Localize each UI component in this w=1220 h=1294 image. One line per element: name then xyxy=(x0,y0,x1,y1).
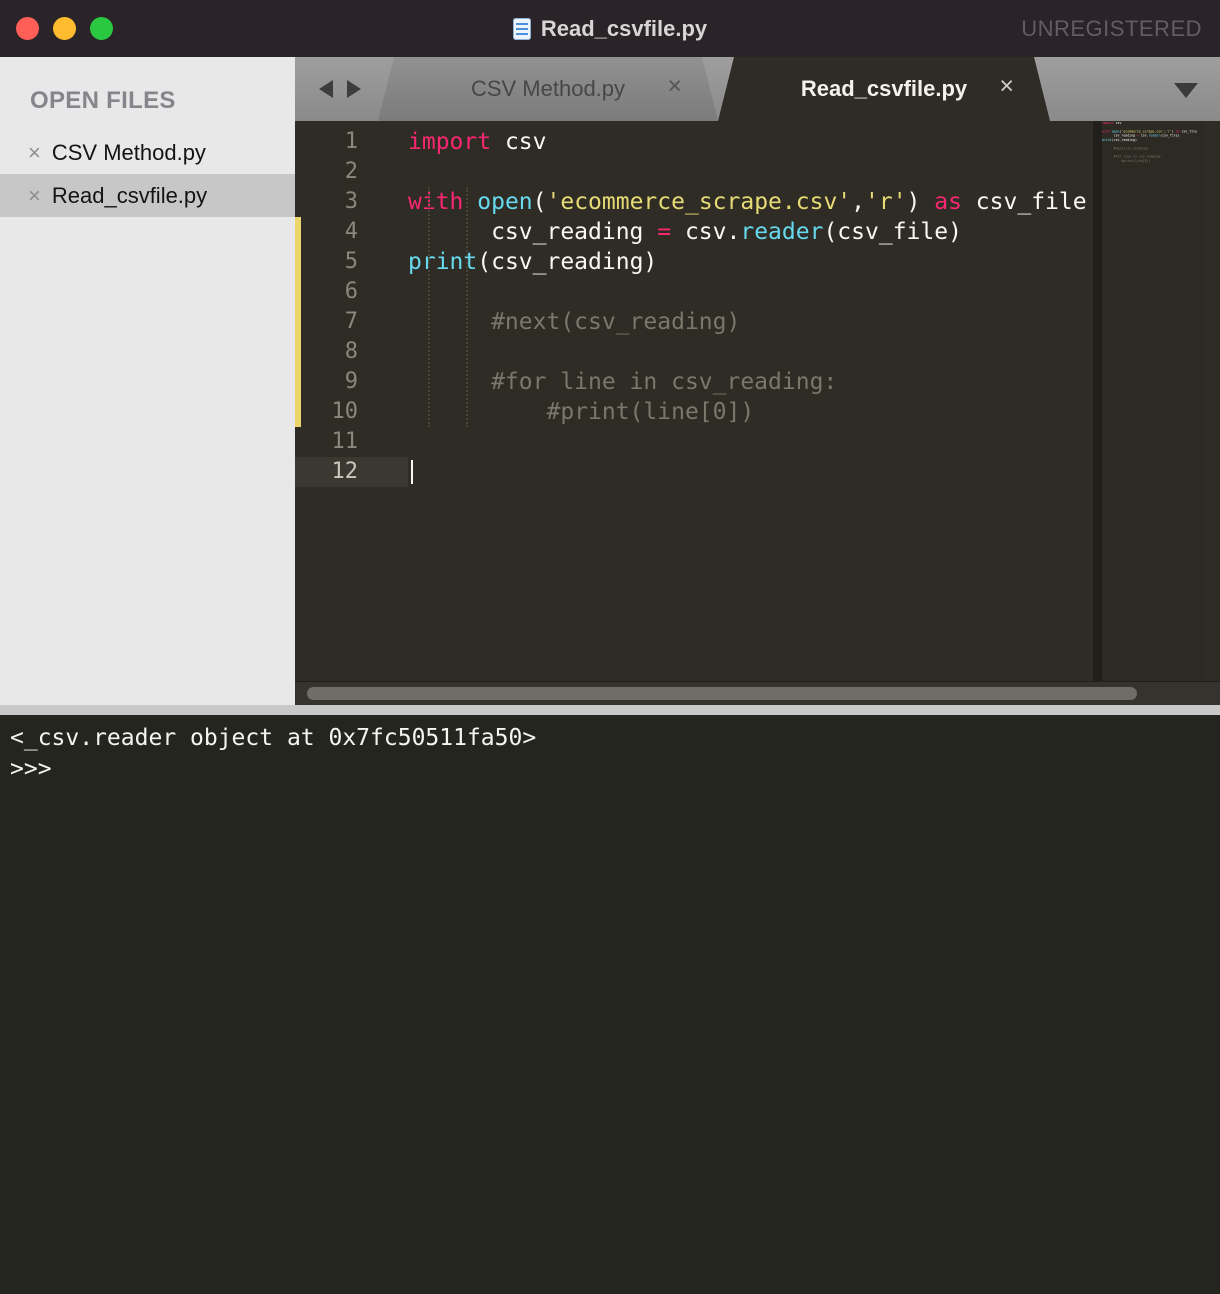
code-line: print(csv_reading) xyxy=(408,249,658,275)
code-line: #for line in csv_reading: xyxy=(408,369,838,395)
code-line: #print(line[0]) xyxy=(1102,159,1151,163)
code-row: 3 with open('ecommerce_scrape.csv','r') a… xyxy=(295,187,1220,217)
tab-bar: CSV Method.py × Read_csvfile.py × xyxy=(295,57,1220,121)
line-number: 12 xyxy=(295,457,408,487)
close-file-icon[interactable]: × xyxy=(28,141,41,164)
line-number: 1 xyxy=(344,129,358,154)
code-row: 8 xyxy=(295,337,1220,367)
window-title: Read_csvfile.py xyxy=(540,15,708,41)
code-line: import csv xyxy=(408,129,547,155)
minimap-content: import csv with open('ecommerce_scrape.cs… xyxy=(1102,121,1205,171)
code-row: 1 import csv xyxy=(295,127,1220,157)
code-line: #next(csv_reading) xyxy=(408,309,741,335)
tab-active[interactable]: Read_csvfile.py × xyxy=(718,57,1050,121)
tab-label: CSV Method.py xyxy=(470,76,626,101)
code-line: import csv xyxy=(1102,121,1122,125)
main-area: OPEN FILES × CSV Method.py × Read_csvfile.p… xyxy=(0,57,1220,705)
code-line: with open('ecommerce_scrape.csv','r') as… xyxy=(408,189,1087,215)
registration-status: UNREGISTERED xyxy=(1021,15,1202,41)
close-file-icon[interactable]: × xyxy=(28,184,41,207)
window-title-group: Read_csvfile.py xyxy=(512,15,708,42)
code-row: 11 xyxy=(295,427,1220,457)
panel-divider[interactable] xyxy=(0,705,1220,715)
sidebar-file-item[interactable]: × CSV Method.py xyxy=(0,131,295,174)
code-row: 9 #for line in csv_reading: xyxy=(295,367,1220,397)
line-number: 11 xyxy=(331,429,359,454)
zoom-window-button[interactable] xyxy=(90,17,113,40)
console-line: >>> xyxy=(10,756,52,782)
horizontal-scrollbar-handle[interactable] xyxy=(307,687,1137,700)
text-cursor xyxy=(411,460,413,484)
line-number: 3 xyxy=(344,189,358,214)
close-window-button[interactable] xyxy=(16,17,39,40)
tab-back-icon[interactable] xyxy=(319,80,333,98)
line-number: 6 xyxy=(344,279,358,304)
sidebar-file-item[interactable]: × Read_csvfile.py xyxy=(0,174,295,217)
open-files-list: × CSV Method.py × Read_csvfile.py xyxy=(0,131,295,217)
code-lines: 1 import csv 2 3 with open('ecommerce_scrape… xyxy=(295,127,1220,487)
code-row: 12 xyxy=(295,457,1220,487)
code-editor[interactable]: 1 import csv 2 3 with open('ecommerce_scrape… xyxy=(295,121,1220,681)
console-line: <_csv.reader object at 0x7fc50511fa50> xyxy=(10,725,537,751)
code-line: csv_reading = csv.reader(csv_file) xyxy=(408,219,962,245)
code-row: 7 #next(csv_reading) xyxy=(295,307,1220,337)
open-files-heading: OPEN FILES xyxy=(30,87,176,114)
editor-scroll-gutter xyxy=(1093,121,1102,681)
tab-label: Read_csvfile.py xyxy=(800,76,968,101)
line-number: 2 xyxy=(344,159,358,184)
code-line: print(csv_reading) xyxy=(1102,138,1137,142)
line-number: 9 xyxy=(344,369,358,394)
line-number: 5 xyxy=(344,249,358,274)
code-row: 5 print(csv_reading) xyxy=(295,247,1220,277)
line-number: 7 xyxy=(344,309,358,334)
file-name: Read_csvfile.py xyxy=(51,182,208,208)
code-row: 6 xyxy=(295,277,1220,307)
tab-inactive[interactable]: CSV Method.py × xyxy=(378,57,718,121)
file-name: CSV Method.py xyxy=(51,139,206,165)
code-row: 2 xyxy=(295,157,1220,187)
console-lines: <_csv.reader object at 0x7fc50511fa50> >>… xyxy=(10,723,1210,785)
code-line: #print(line[0]) xyxy=(408,399,755,425)
editor-pane: CSV Method.py × Read_csvfile.py × 1 import c… xyxy=(295,57,1220,705)
line-number: 8 xyxy=(344,339,358,364)
tab-forward-icon[interactable] xyxy=(347,80,361,98)
indent-guide xyxy=(428,187,430,427)
horizontal-scrollbar[interactable] xyxy=(295,681,1220,705)
close-tab-icon[interactable]: × xyxy=(667,74,682,99)
sidebar: OPEN FILES × CSV Method.py × Read_csvfile.p… xyxy=(0,57,295,705)
close-tab-icon[interactable]: × xyxy=(999,74,1014,99)
line-number: 4 xyxy=(344,219,358,244)
modified-lines-marker xyxy=(295,217,301,427)
code-row: 4 csv_reading = csv.reader(csv_file) xyxy=(295,217,1220,247)
app-window: Read_csvfile.py UNREGISTERED OPEN FILES … xyxy=(0,0,1220,1294)
minimize-window-button[interactable] xyxy=(53,17,76,40)
code-row: 10 #print(line[0]) xyxy=(295,397,1220,427)
document-icon xyxy=(512,17,531,40)
console-output[interactable]: <_csv.reader object at 0x7fc50511fa50> >>… xyxy=(0,715,1220,1294)
tab-overflow-icon[interactable] xyxy=(1174,83,1198,98)
indent-guide xyxy=(466,187,468,427)
minimap[interactable]: import csv with open('ecommerce_scrape.cs… xyxy=(1102,121,1205,681)
line-number: 10 xyxy=(331,399,359,424)
titlebar: Read_csvfile.py UNREGISTERED xyxy=(0,0,1220,57)
window-controls xyxy=(16,0,113,57)
code-line: #next(csv_reading) xyxy=(1102,146,1149,151)
